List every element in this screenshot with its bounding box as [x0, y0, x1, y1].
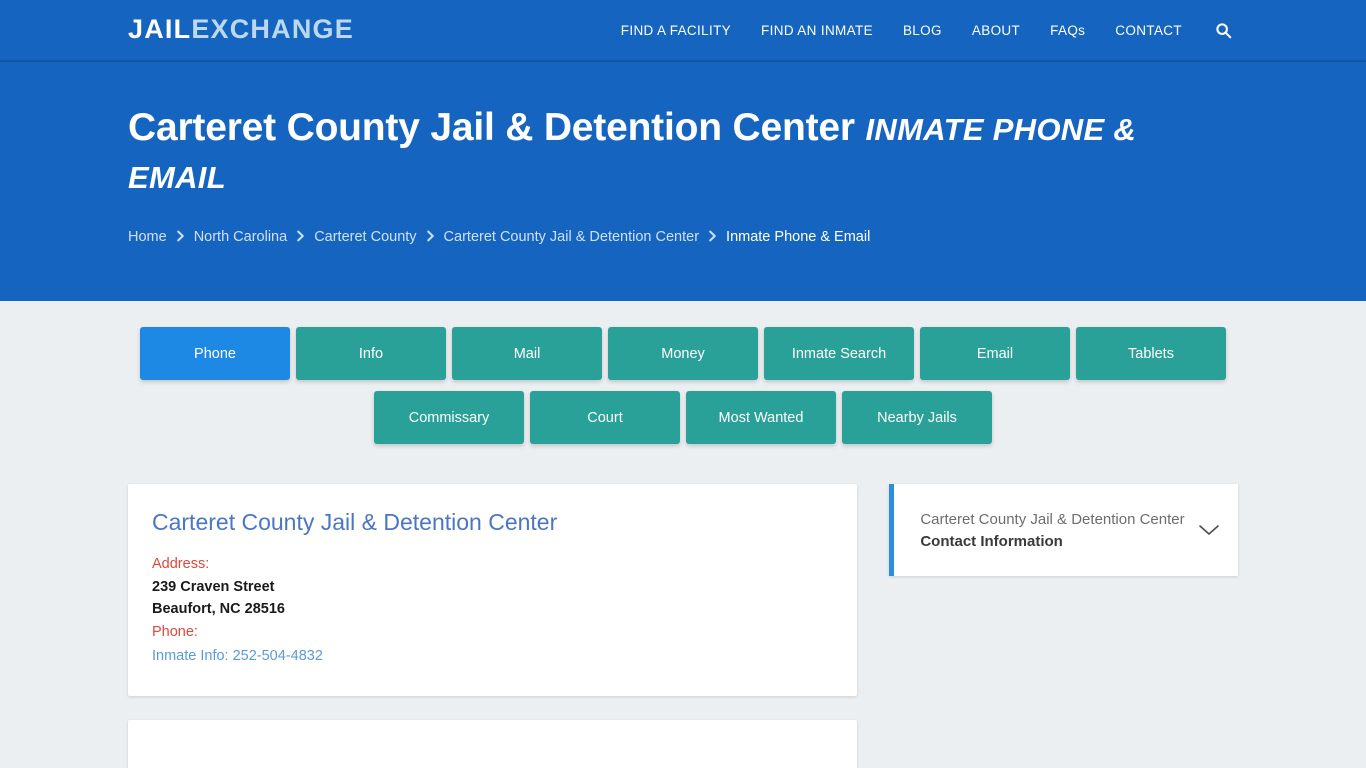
- page-title-main: Carteret County Jail & Detention Center: [128, 106, 855, 149]
- nav-item-blog[interactable]: BLOG: [888, 23, 957, 38]
- contact-information-text: Carteret County Jail & Detention Center …: [920, 510, 1196, 550]
- breadcrumb-item-current: Inmate Phone & Email: [726, 229, 871, 246]
- nav-item-contact[interactable]: CONTACT: [1100, 23, 1197, 38]
- breadcrumb-item-facility[interactable]: Carteret County Jail & Detention Center: [444, 229, 700, 245]
- inmate-info-phone-link[interactable]: Inmate Info: 252-504-4832: [152, 645, 323, 668]
- primary-nav: FIND A FACILITY FIND AN INMATE BLOG ABOU…: [606, 22, 1238, 39]
- page-title: Carteret County Jail & Detention Center …: [128, 63, 1238, 199]
- tab-info[interactable]: Info: [296, 327, 446, 380]
- breadcrumb: Home North Carolina Carteret County Cart…: [128, 229, 1238, 245]
- tab-tablets[interactable]: Tablets: [1076, 327, 1226, 380]
- site-logo[interactable]: JAILEXCHANGE: [128, 13, 354, 45]
- facility-tab-bar-row2: Commissary Court Most Wanted Nearby Jail…: [128, 391, 1238, 444]
- facility-name: Carteret County Jail & Detention Center: [152, 509, 558, 535]
- tab-inmate-search[interactable]: Inmate Search: [764, 327, 914, 380]
- chevron-right-icon: [708, 230, 717, 242]
- nav-item-find-an-inmate[interactable]: FIND AN INMATE: [746, 23, 888, 38]
- chevron-right-icon: [176, 230, 185, 242]
- nav-item-about[interactable]: ABOUT: [957, 23, 1035, 38]
- contact-information-accordion[interactable]: Carteret County Jail & Detention Center …: [889, 484, 1238, 576]
- hero-banner: Carteret County Jail & Detention Center …: [0, 62, 1366, 301]
- chevron-down-icon[interactable]: [1196, 523, 1222, 537]
- tab-mail[interactable]: Mail: [452, 327, 602, 380]
- breadcrumb-item-carteret-county[interactable]: Carteret County: [314, 229, 416, 245]
- tab-most-wanted[interactable]: Most Wanted: [686, 391, 836, 444]
- contact-widget-subtitle: Contact Information: [920, 532, 1063, 550]
- logo-text-jail: JAIL: [128, 13, 192, 44]
- page-body: Phone Info Mail Money Inmate Search Emai…: [128, 301, 1238, 768]
- facility-tab-bar: Phone Info Mail Money Inmate Search Emai…: [128, 327, 1238, 380]
- top-navigation-bar: JAILEXCHANGE FIND A FACILITY FIND AN INM…: [0, 0, 1366, 62]
- main-column: Carteret County Jail & Detention Center …: [128, 484, 858, 768]
- tab-money[interactable]: Money: [608, 327, 758, 380]
- hero-inner: Carteret County Jail & Detention Center …: [128, 63, 1238, 245]
- phone-label: Phone:: [152, 624, 198, 640]
- logo-text-exchange: EXCHANGE: [191, 13, 354, 44]
- nav-item-faqs[interactable]: FAQs: [1035, 23, 1100, 38]
- search-icon[interactable]: [1197, 22, 1238, 39]
- breadcrumb-item-home[interactable]: Home: [128, 229, 167, 245]
- tab-commissary[interactable]: Commissary: [374, 391, 524, 444]
- contact-widget-facility-name: Carteret County Jail & Detention Center: [920, 511, 1185, 529]
- secondary-content-card: [128, 719, 858, 768]
- chevron-right-icon: [296, 230, 305, 242]
- address-line-2: Beaufort, NC 28516: [152, 601, 285, 618]
- sidebar-column: Carteret County Jail & Detention Center …: [889, 484, 1238, 576]
- facility-info-card: Carteret County Jail & Detention Center …: [128, 484, 858, 696]
- nav-inner: JAILEXCHANGE FIND A FACILITY FIND AN INM…: [128, 0, 1238, 60]
- address-label: Address:: [152, 555, 210, 572]
- content-columns: Carteret County Jail & Detention Center …: [128, 484, 1238, 768]
- tab-email[interactable]: Email: [920, 327, 1070, 380]
- address-line-1: 239 Craven Street: [152, 578, 275, 595]
- tab-phone[interactable]: Phone: [140, 327, 290, 380]
- tab-nearby-jails[interactable]: Nearby Jails: [842, 391, 992, 444]
- nav-item-find-a-facility[interactable]: FIND A FACILITY: [606, 23, 746, 38]
- breadcrumb-item-north-carolina[interactable]: North Carolina: [194, 229, 288, 245]
- tab-court[interactable]: Court: [530, 391, 680, 444]
- chevron-right-icon: [426, 230, 435, 242]
